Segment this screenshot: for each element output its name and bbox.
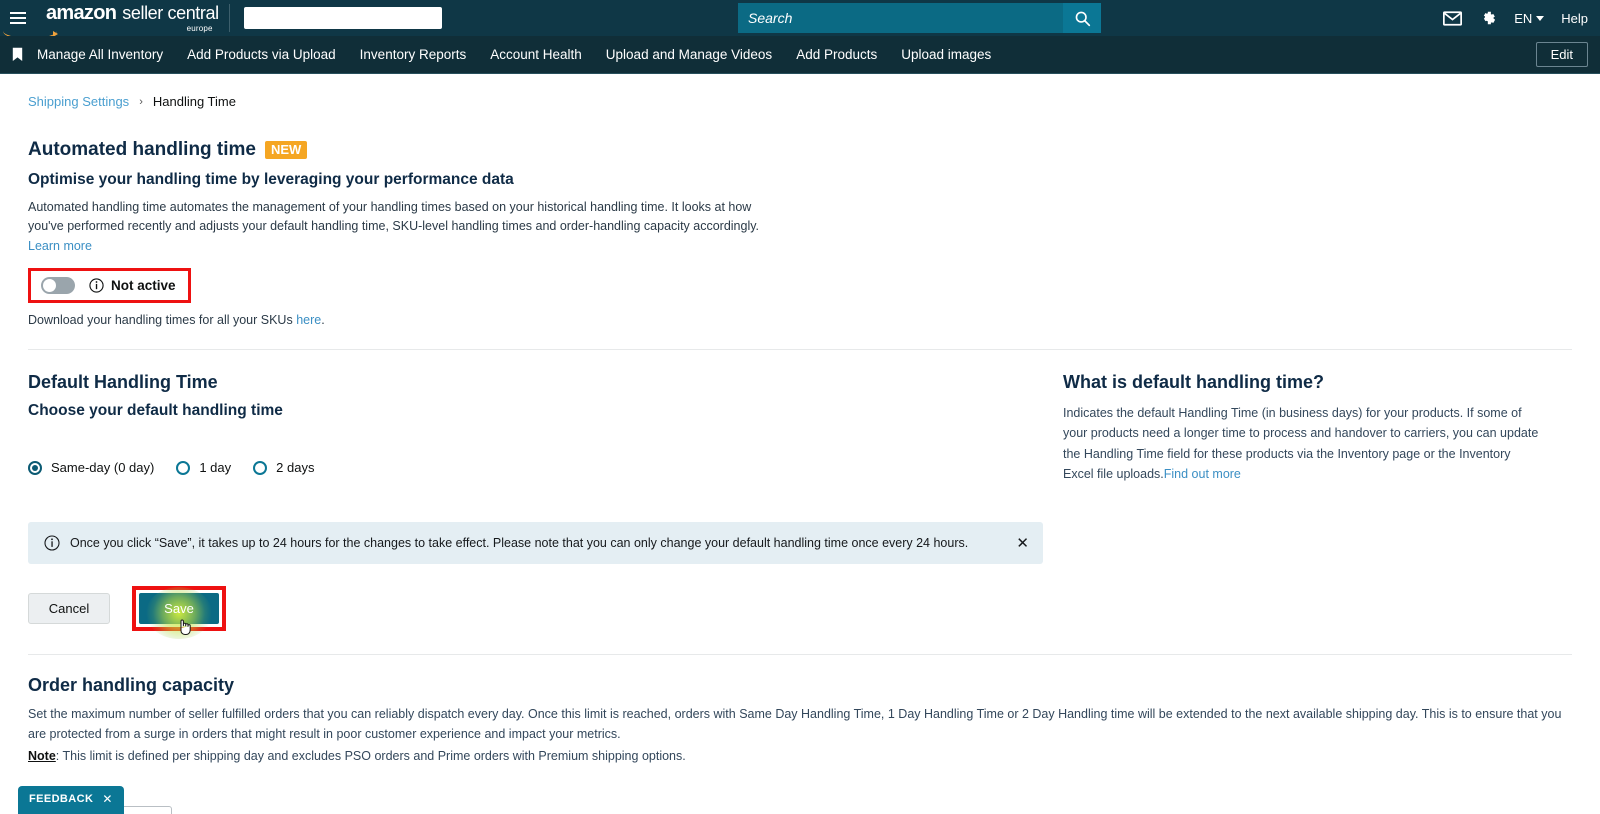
automated-status: Not active <box>89 278 176 293</box>
nav-item-add-products-via-upload[interactable]: Add Products via Upload <box>187 47 336 62</box>
info-icon <box>44 535 60 551</box>
mouse-cursor-icon <box>180 619 191 636</box>
nav-item-inventory-reports[interactable]: Inventory Reports <box>360 47 467 62</box>
breadcrumb-separator-icon: › <box>139 95 143 108</box>
two-column-layout: Default Handling Time Choose your defaul… <box>28 350 1572 640</box>
find-out-more-link[interactable]: Find out more <box>1164 467 1241 481</box>
note-text: : This limit is defined per shipping day… <box>55 748 686 763</box>
brand-amazon-text: amazon <box>46 2 117 24</box>
default-handling-radio-group: Same-day (0 day) 1 day 2 days <box>28 460 1063 475</box>
download-handling-times-line: Download your handling times for all you… <box>28 313 1572 327</box>
automated-handling-subtitle: Optimise your handling time by leveragin… <box>28 171 514 188</box>
nav-item-add-products[interactable]: Add Products <box>796 47 877 62</box>
store-selector-input[interactable] <box>243 7 442 29</box>
radio-2-days-label: 2 days <box>276 460 315 476</box>
download-here-link[interactable]: here <box>296 313 321 327</box>
main-navigation: Manage All Inventory Add Products via Up… <box>0 36 1600 74</box>
search-input[interactable] <box>738 3 1063 33</box>
help-panel-title: What is default handling time? <box>1063 372 1324 393</box>
capacity-section-divider <box>28 654 1572 656</box>
download-suffix-text: . <box>321 313 325 328</box>
download-prefix-text: Download your handling times for all you… <box>28 313 297 328</box>
header-right-actions: EN Help <box>1443 9 1588 27</box>
automated-handling-title-row: Automated handling time NEW <box>28 139 1572 161</box>
order-handling-capacity-title: Order handling capacity <box>28 675 235 696</box>
learn-more-link[interactable]: Learn more <box>28 239 92 253</box>
automated-toggle-highlight: Not active <box>28 268 191 304</box>
feedback-close-icon[interactable]: ✕ <box>102 792 112 806</box>
save-button-highlight: Save <box>132 586 226 640</box>
help-panel-body: Indicates the default Handling Time (in … <box>1063 403 1543 484</box>
breadcrumb: Shipping Settings › Handling Time <box>28 74 1572 109</box>
header-divider <box>228 4 230 32</box>
radio-option-same-day[interactable]: Same-day (0 day) <box>28 460 154 475</box>
default-handling-title: Default Handling Time <box>28 372 218 393</box>
save-button-label: Save <box>164 601 194 617</box>
cancel-button[interactable]: Cancel <box>28 593 110 625</box>
radio-2-days-indicator[interactable] <box>253 460 268 475</box>
nav-item-upload-images[interactable]: Upload images <box>901 47 991 62</box>
nav-items: Manage All Inventory Add Products via Up… <box>37 47 991 62</box>
info-icon <box>89 278 104 293</box>
automated-toggle-row: Not active <box>37 273 180 298</box>
gear-icon[interactable] <box>1479 9 1497 27</box>
radio-same-day-indicator[interactable] <box>28 460 42 475</box>
automated-status-label: Not active <box>111 278 176 294</box>
chevron-down-icon <box>1536 15 1545 21</box>
default-handling-column: Default Handling Time Choose your defaul… <box>28 350 1063 640</box>
radio-same-day-label: Same-day (0 day) <box>51 460 155 476</box>
search-icon <box>1075 11 1090 26</box>
radio-option-2-days[interactable]: 2 days <box>253 460 314 475</box>
breadcrumb-current: Handling Time <box>152 94 236 109</box>
nav-item-account-health[interactable]: Account Health <box>490 47 582 62</box>
help-link[interactable]: Help <box>1561 11 1588 26</box>
default-handling-actions: Cancel Save <box>28 586 1063 640</box>
nav-item-manage-all-inventory[interactable]: Manage All Inventory <box>37 47 163 62</box>
breadcrumb-shipping-settings[interactable]: Shipping Settings <box>28 94 129 109</box>
brand-region-text: europe <box>186 24 213 33</box>
language-selector[interactable]: EN <box>1514 10 1545 26</box>
global-search <box>738 3 1101 33</box>
language-label: EN <box>1514 10 1533 26</box>
amazon-seller-central-logo[interactable]: amazon seller central europe <box>3 2 219 40</box>
brand-seller-central-text: seller central <box>122 3 219 23</box>
help-panel-column: What is default handling time? Indicates… <box>1063 350 1572 631</box>
radio-1-day-label: 1 day <box>199 460 232 476</box>
automated-handling-toggle[interactable] <box>41 277 75 295</box>
search-button[interactable] <box>1063 3 1101 33</box>
new-badge: NEW <box>265 140 308 160</box>
save-info-alert: Once you click “Save”, it takes up to 24… <box>28 522 1043 565</box>
save-button[interactable]: Save <box>139 587 219 640</box>
default-handling-subtitle: Choose your default handling time <box>28 402 283 420</box>
page-title: Automated handling time <box>28 139 256 160</box>
mail-icon[interactable] <box>1443 10 1463 26</box>
radio-1-day-indicator[interactable] <box>176 460 191 475</box>
feedback-label: FEEDBACK <box>29 793 94 805</box>
capacity-field-label: Capacity <box>28 786 1572 800</box>
automated-handling-description: Automated handling time automates the ma… <box>28 198 788 256</box>
radio-option-1-day[interactable]: 1 day <box>176 460 231 475</box>
nav-item-upload-and-manage-videos[interactable]: Upload and Manage Videos <box>606 47 772 62</box>
bookmark-icon[interactable] <box>12 47 23 62</box>
help-panel-body-text: Indicates the default Handling Time (in … <box>1063 406 1539 481</box>
automated-description-text: Automated handling time automates the ma… <box>28 200 760 234</box>
page-content: Shipping Settings › Handling Time Automa… <box>0 74 1600 814</box>
feedback-tab[interactable]: FEEDBACK ✕ <box>18 786 124 814</box>
close-icon[interactable]: ✕ <box>1016 534 1029 552</box>
order-handling-capacity-note: Note: This limit is defined per shipping… <box>28 747 1572 767</box>
order-handling-capacity-description: Set the maximum number of seller fulfill… <box>28 707 1562 741</box>
note-label: Note <box>28 748 56 763</box>
edit-nav-button[interactable]: Edit <box>1535 42 1588 67</box>
top-header: amazon seller central europe Search EN H… <box>0 0 1600 40</box>
alert-message: Once you click “Save”, it takes up to 24… <box>70 536 969 551</box>
